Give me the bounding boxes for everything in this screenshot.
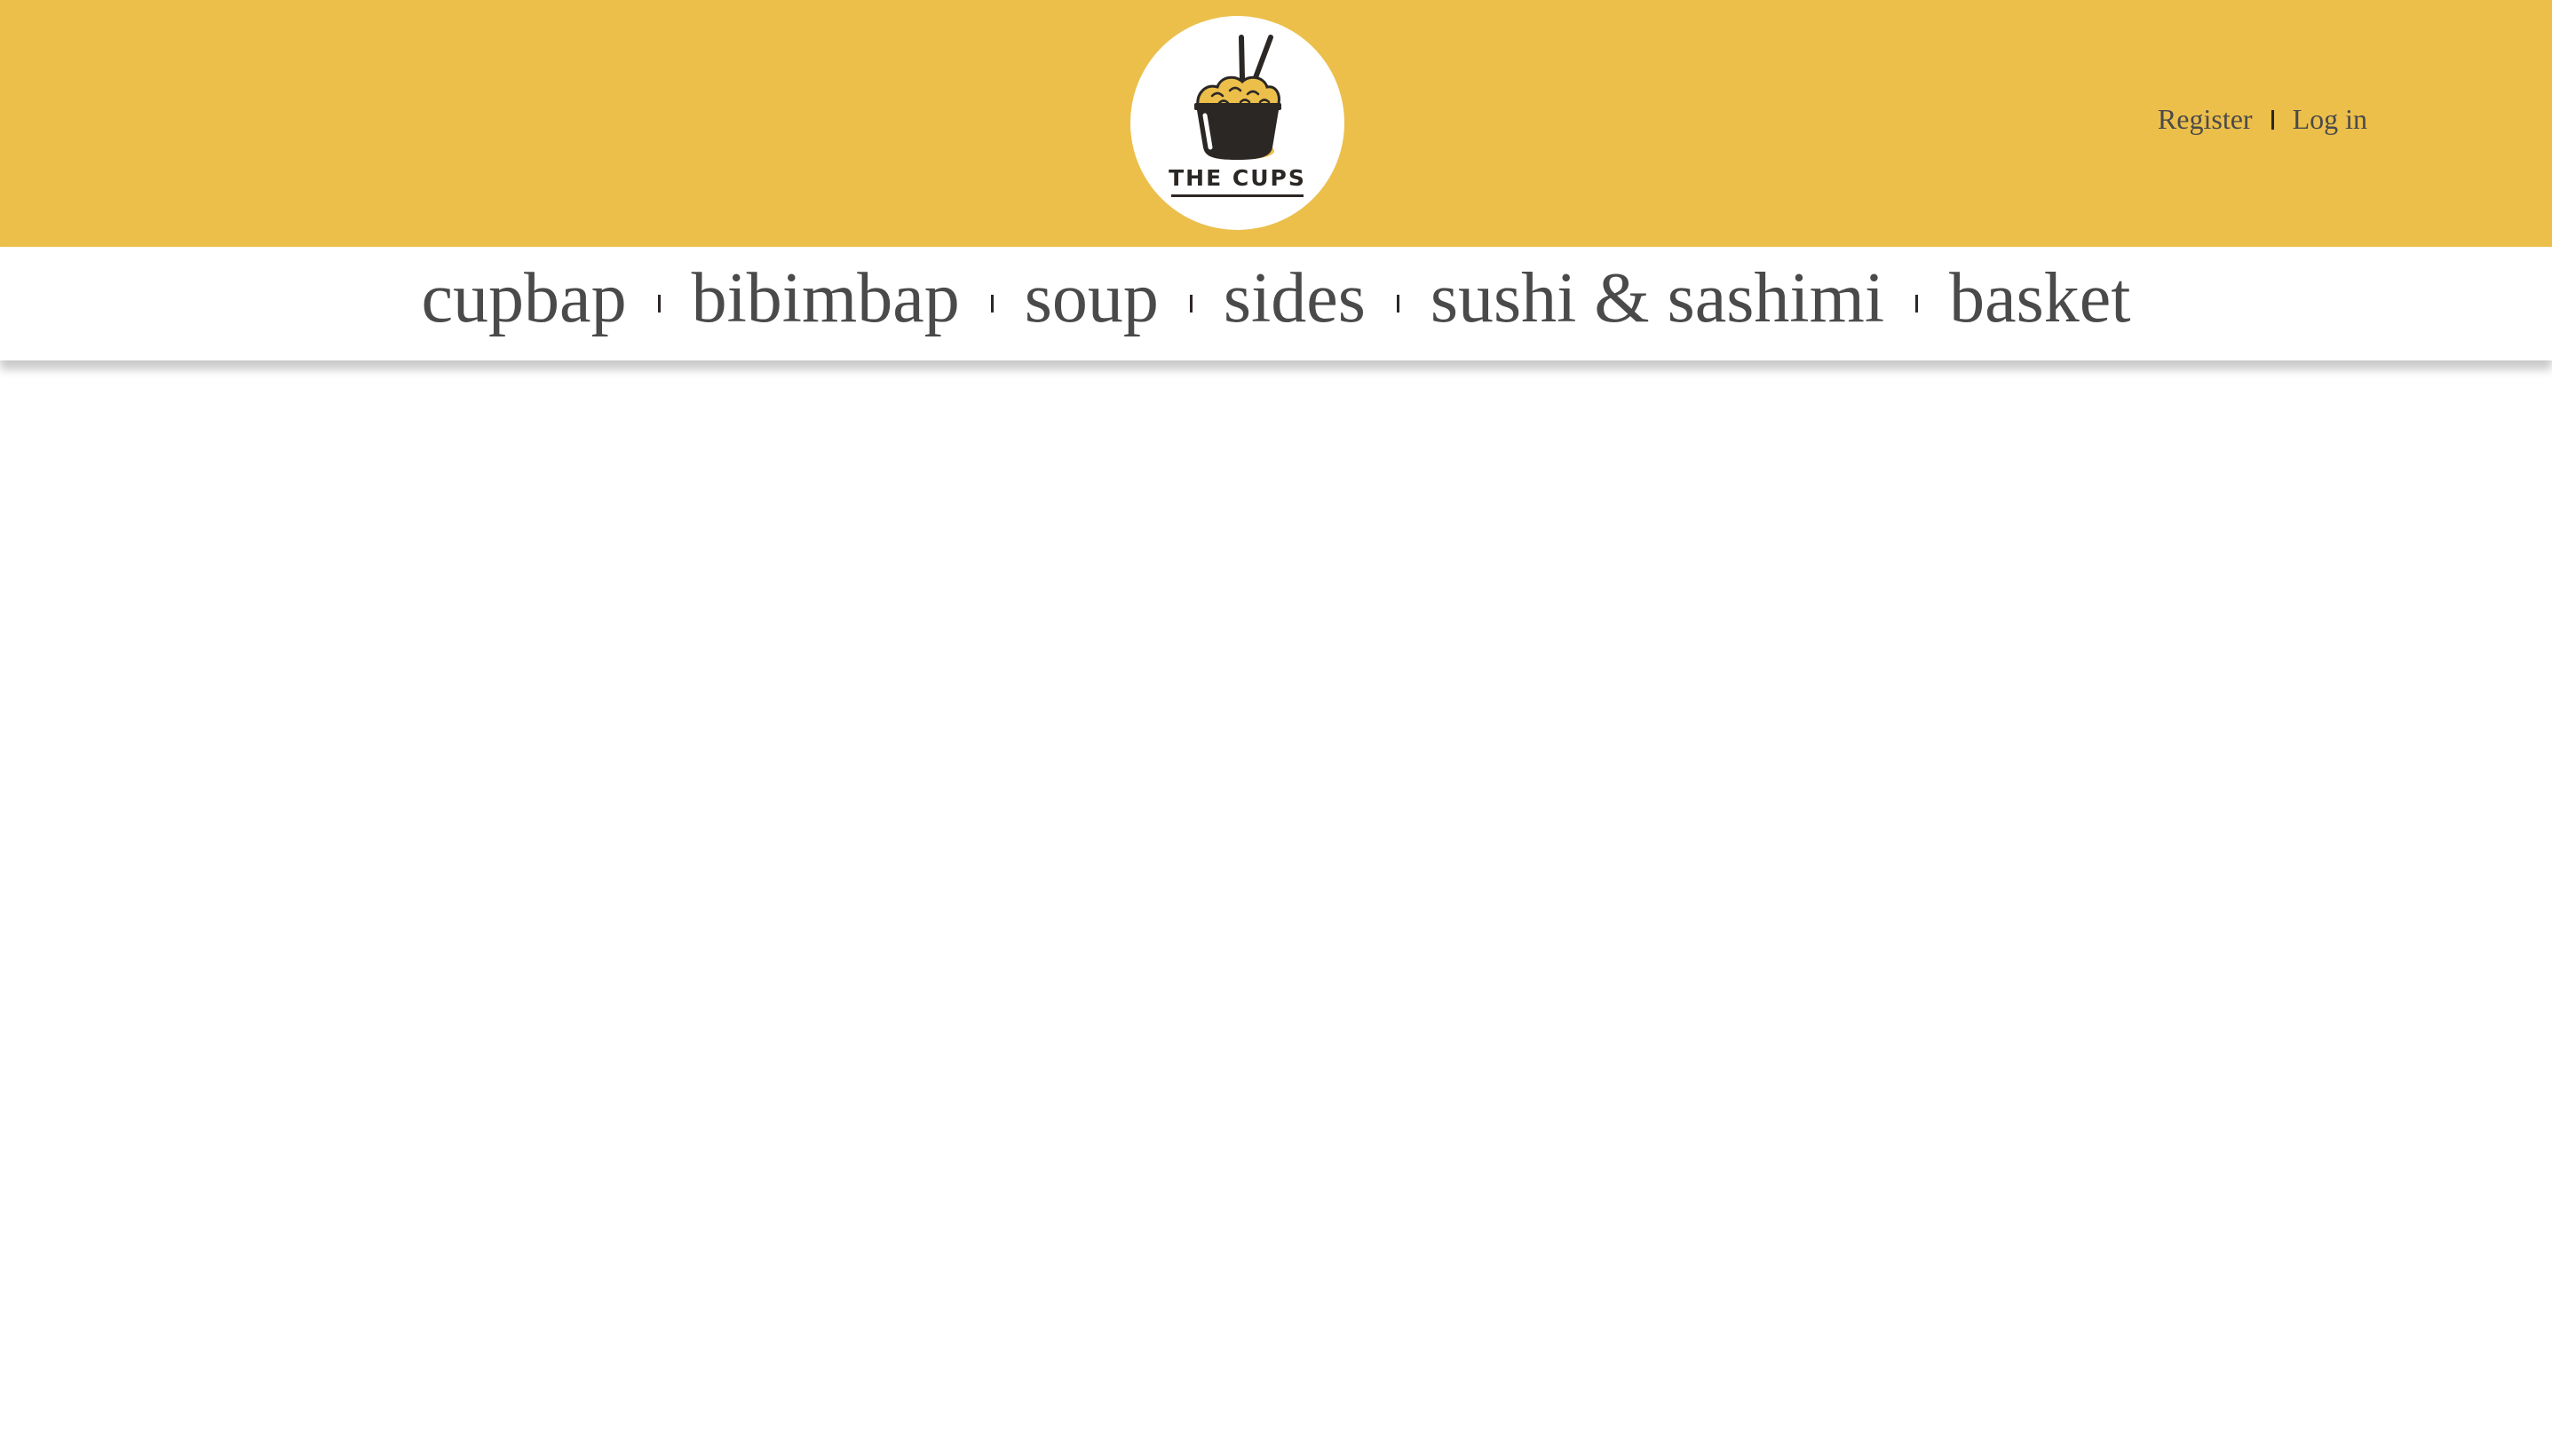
- top-header: THE CUPS Register Log in: [0, 0, 2552, 247]
- logo-wordmark: THE CUPS: [1169, 165, 1306, 191]
- nav-divider: [1189, 295, 1193, 313]
- nav-item-bibimbap[interactable]: bibimbap: [692, 263, 960, 334]
- nav-divider: [990, 295, 994, 313]
- nav-item-sides[interactable]: sides: [1224, 263, 1366, 334]
- account-divider: [2271, 109, 2274, 130]
- logo-home-link[interactable]: THE CUPS: [1130, 16, 1344, 230]
- nav-divider: [1915, 295, 1919, 313]
- nav-item-soup[interactable]: soup: [1025, 263, 1159, 334]
- nav-divider: [657, 295, 661, 313]
- page: THE CUPS Register Log in cupbap bibimbap…: [0, 0, 2552, 1456]
- nav-item-cupbap[interactable]: cupbap: [422, 263, 627, 334]
- rice-cup-icon: [1194, 35, 1281, 160]
- category-nav: cupbap bibimbap soup sides sushi & sashi…: [0, 247, 2552, 360]
- login-link[interactable]: Log in: [2293, 103, 2367, 136]
- account-links: Register Log in: [2158, 103, 2367, 136]
- logo-underline: [1171, 194, 1304, 197]
- nav-item-sushi-sashimi[interactable]: sushi & sashimi: [1431, 263, 1884, 334]
- register-link[interactable]: Register: [2158, 103, 2253, 136]
- category-nav-bar: cupbap bibimbap soup sides sushi & sashi…: [0, 247, 2552, 360]
- nav-item-basket[interactable]: basket: [1949, 263, 2130, 334]
- nav-divider: [1396, 295, 1399, 313]
